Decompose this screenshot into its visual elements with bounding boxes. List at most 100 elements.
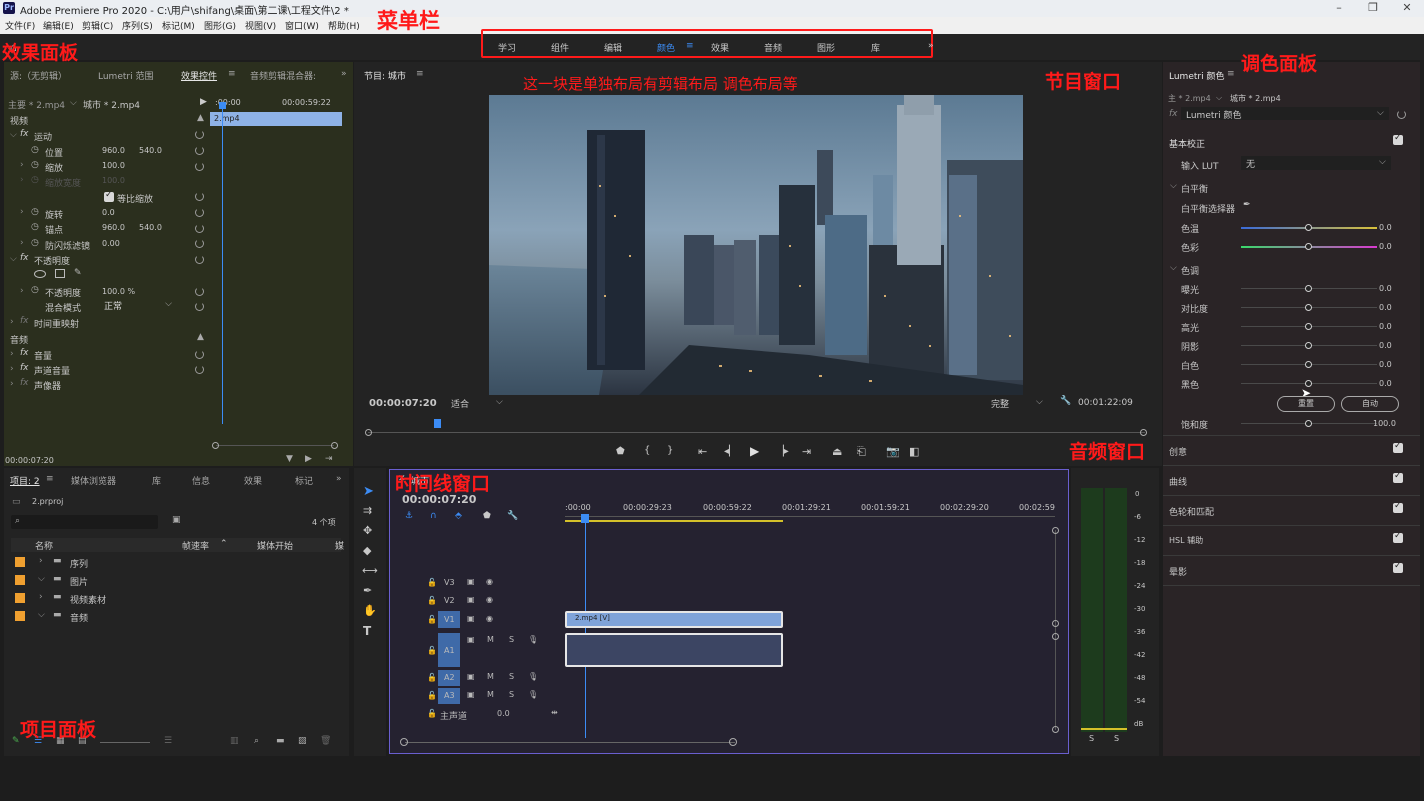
column-media-more[interactable]: 媒 [335, 539, 344, 552]
menu-clip[interactable]: 剪辑(C) [82, 19, 113, 32]
workspace-audio[interactable]: 音频 [764, 41, 782, 54]
mute-button[interactable]: M [487, 690, 494, 699]
tab-info[interactable]: 信息 [192, 474, 210, 487]
highlights-knob[interactable] [1305, 323, 1312, 330]
lock-icon[interactable]: 🔓 [427, 578, 437, 587]
eye-icon[interactable]: ◉ [486, 614, 493, 623]
contrast-value[interactable]: 0.0 [1379, 303, 1392, 312]
scroll-handle-left[interactable] [212, 442, 219, 449]
chevron-down-icon[interactable]: ⌵ [1216, 93, 1222, 103]
workspace-editing[interactable]: 编辑 [604, 41, 622, 54]
automate-icon[interactable]: ▥ [230, 736, 239, 746]
reset-icon[interactable] [195, 224, 204, 233]
reset-icon[interactable] [195, 146, 204, 155]
solo-button[interactable]: S [509, 635, 514, 644]
step-forward-icon[interactable]: ▕▸ [776, 446, 789, 457]
go-to-out-icon[interactable]: ⇥ [802, 445, 811, 458]
reset-button[interactable]: 重置 [1277, 396, 1335, 412]
creative-header[interactable]: 创意 [1169, 445, 1187, 458]
vignette-header[interactable]: 晕影 [1169, 565, 1187, 578]
track-select-icon[interactable]: ⇉ [363, 504, 372, 517]
razor-tool-icon[interactable]: ◆ [363, 544, 371, 557]
microphone-icon[interactable]: 🎙 [528, 690, 538, 699]
chevron-down-icon[interactable]: ⌵ [1170, 263, 1177, 273]
go-to-in-icon[interactable]: ⇤ [698, 445, 707, 458]
exposure-knob[interactable] [1305, 285, 1312, 292]
effects-timecode[interactable]: 00:00:07:20 [5, 456, 54, 465]
menu-view[interactable]: 视图(V) [245, 19, 276, 32]
bin-color-label[interactable] [15, 593, 25, 603]
sync-lock-icon[interactable]: ▣ [467, 577, 475, 586]
chevron-right-icon[interactable]: › [39, 592, 43, 602]
menu-sequence[interactable]: 序列(S) [122, 19, 153, 32]
chevron-down-icon[interactable]: ⌵ [38, 574, 45, 584]
workspace-assembly[interactable]: 组件 [551, 41, 569, 54]
menu-marker[interactable]: 标记(M) [162, 19, 195, 32]
sync-lock-icon[interactable]: ▣ [467, 595, 475, 604]
effects-mini-timeline[interactable]: :00:00 00:00:59:22 2.mp4 [210, 94, 342, 424]
lumetri-title[interactable]: Lumetri 颜色 [1169, 69, 1224, 82]
sequence-clip-link[interactable]: 城市 * 2.mp4 [83, 98, 140, 111]
more-tabs-icon[interactable]: » [336, 474, 342, 484]
ellipse-mask-icon[interactable] [34, 270, 46, 278]
stopwatch-icon[interactable]: ◷ [31, 285, 39, 295]
program-title[interactable]: 节目: 城市 [364, 69, 406, 82]
program-video-frame[interactable] [489, 95, 1023, 395]
zoom-slider[interactable] [100, 742, 150, 743]
slip-tool-icon[interactable]: ⟷ [362, 564, 378, 577]
wrench-icon[interactable]: 🔧 [1060, 396, 1071, 406]
whites-value[interactable]: 0.0 [1379, 360, 1392, 369]
scroll-handle-right[interactable] [729, 738, 737, 746]
scroll-handle-right[interactable] [1140, 429, 1147, 436]
menu-help[interactable]: 帮助(H) [328, 19, 360, 32]
blend-mode-select[interactable]: 正常 ⌵ [104, 299, 174, 312]
scroll-handle[interactable] [1052, 726, 1059, 733]
reset-icon[interactable] [195, 192, 204, 201]
clip-bar[interactable]: 2.mp4 [210, 112, 342, 126]
microphone-icon[interactable]: 🎙 [528, 672, 538, 681]
clear-icon[interactable]: 🗑 [320, 736, 331, 746]
solo-left-button[interactable]: S [1089, 734, 1094, 743]
reset-icon[interactable] [195, 162, 204, 171]
lock-icon[interactable]: 🔓 [427, 646, 437, 655]
scale-value[interactable]: 100.0 [102, 161, 125, 170]
chevron-right-icon[interactable]: › [20, 238, 24, 248]
rectangle-mask-icon[interactable] [55, 269, 65, 278]
list-item[interactable]: › ▬ 序列 [11, 554, 341, 572]
insert-sequence-icon[interactable]: ⬘ [455, 511, 462, 521]
highlights-value[interactable]: 0.0 [1379, 322, 1392, 331]
basic-correction-checkbox[interactable] [1393, 133, 1403, 145]
solo-button[interactable]: S [509, 690, 514, 699]
chevron-right-icon[interactable]: › [20, 207, 24, 217]
bin-color-label[interactable] [15, 611, 25, 621]
collapse-icon[interactable]: ▲ [197, 332, 204, 342]
new-bin-icon[interactable]: ▬ [276, 736, 285, 746]
scroll-handle-left[interactable] [365, 429, 372, 436]
go-to-end-icon[interactable]: ⇹ [551, 708, 558, 717]
tint-knob[interactable] [1305, 243, 1312, 250]
play-only-icon[interactable]: ▶ [200, 97, 207, 107]
workspace-libraries[interactable]: 库 [871, 41, 880, 54]
hand-tool-icon[interactable]: ✋ [363, 604, 377, 617]
maximize-button[interactable]: ❐ [1356, 0, 1390, 17]
antiflicker-value[interactable]: 0.00 [102, 239, 120, 248]
workspace-graphics[interactable]: 图形 [817, 41, 835, 54]
lift-icon[interactable]: ⏏ [832, 445, 842, 458]
curves-checkbox[interactable] [1393, 471, 1403, 483]
pen-mask-icon[interactable]: ✎ [74, 268, 82, 278]
tab-menu-icon[interactable]: ≡ [228, 69, 236, 79]
tab-media-browser[interactable]: 媒体浏览器 [71, 474, 116, 487]
stopwatch-icon[interactable]: ◷ [31, 160, 39, 170]
reset-icon[interactable] [195, 239, 204, 248]
eyedropper-icon[interactable]: ✒ [1243, 200, 1251, 210]
quality-select[interactable]: 完整 ⌵ [988, 396, 1048, 410]
track-target-label[interactable]: A3 [444, 691, 455, 700]
creative-checkbox[interactable] [1393, 441, 1403, 453]
tab-project[interactable]: 项目: 2 [10, 474, 40, 487]
add-marker-icon[interactable]: ⬟ [616, 446, 625, 457]
curves-header[interactable]: 曲线 [1169, 475, 1187, 488]
position-y-value[interactable]: 540.0 [139, 146, 162, 155]
reset-icon[interactable] [195, 130, 204, 139]
reset-icon[interactable] [195, 287, 204, 296]
chevron-down-icon[interactable]: ⌵ [1170, 181, 1177, 191]
